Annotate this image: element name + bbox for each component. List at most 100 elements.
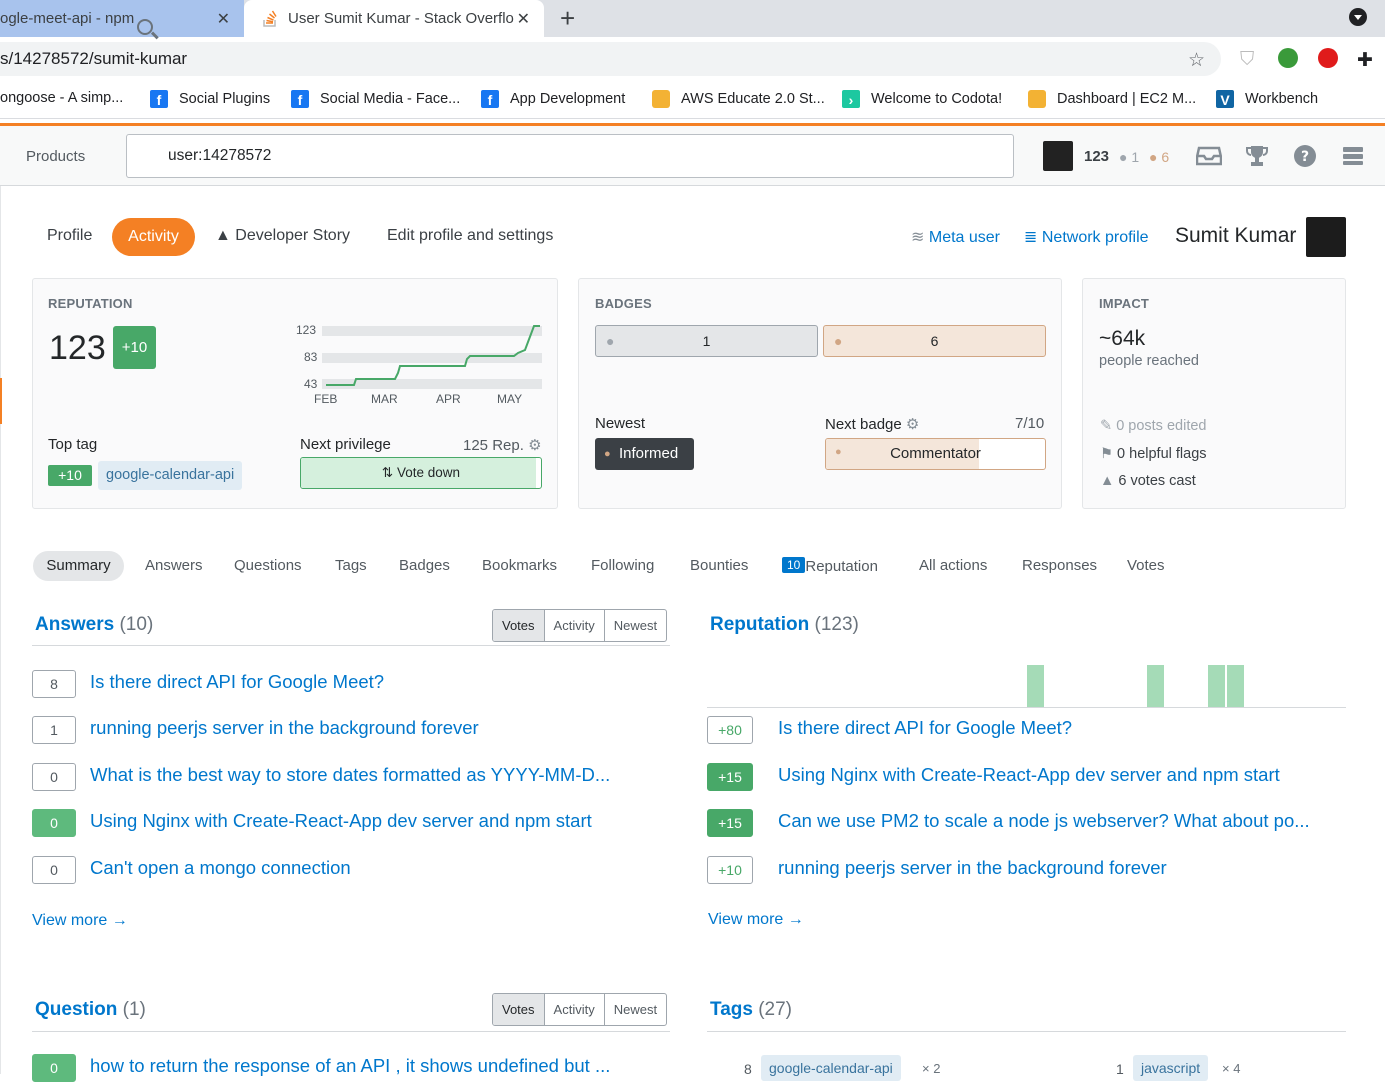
answer-link[interactable]: Is there direct API for Google Meet? xyxy=(90,671,384,693)
achievements-trophy-icon[interactable] xyxy=(1244,144,1270,168)
top-tag-chip[interactable]: google-calendar-api xyxy=(98,461,243,490)
subtab-questions[interactable]: Questions xyxy=(234,557,302,574)
header-reputation: 123 xyxy=(1084,148,1110,165)
shield-extension-icon[interactable]: ⛉ xyxy=(1240,49,1254,71)
sort-votes[interactable]: Votes xyxy=(493,994,544,1025)
posts-edited: ✎ 0 posts edited xyxy=(1100,418,1206,434)
graph-x-label: MAY xyxy=(497,392,522,406)
subtab-reputation[interactable]: 10 Reputation xyxy=(782,557,878,575)
section-divider xyxy=(707,1031,1346,1032)
bookmark-ec2-dashboard[interactable]: Dashboard | EC2 M... xyxy=(1028,90,1196,108)
bookmark-social-media[interactable]: f Social Media - Face... xyxy=(291,90,460,108)
graph-x-label: FEB xyxy=(314,392,337,406)
site-switcher-icon[interactable] xyxy=(1340,144,1366,168)
answer-link[interactable]: Can't open a mongo connection xyxy=(90,857,351,879)
answers-view-more[interactable]: View more → xyxy=(32,912,128,930)
help-icon[interactable]: ? xyxy=(1292,144,1318,168)
silver-badge-count: 1 xyxy=(702,333,711,349)
subtab-votes[interactable]: Votes xyxy=(1127,557,1165,574)
graph-x-label: APR xyxy=(436,392,461,406)
site-header: Products user:14278572 xyxy=(0,126,1385,186)
facebook-icon: f xyxy=(150,90,168,108)
bookmark-social-plugins[interactable]: f Social Plugins xyxy=(150,90,270,108)
avatar[interactable] xyxy=(1043,141,1073,171)
sort-newest[interactable]: Newest xyxy=(603,610,666,641)
people-reached-value: ~64k xyxy=(1099,327,1146,350)
tab-activity[interactable]: Activity xyxy=(112,218,195,256)
tab-developer-story[interactable]: ▲ Developer Story xyxy=(215,227,350,245)
star-icon[interactable]: ☆ xyxy=(1188,49,1205,72)
accepted-answer-score: 0 xyxy=(32,809,76,837)
section-title-text[interactable]: Answers xyxy=(35,614,114,635)
tab-label: Developer Story xyxy=(235,227,351,244)
close-tab-icon[interactable]: ✕ xyxy=(217,9,230,29)
section-title-text[interactable]: Reputation xyxy=(710,614,809,635)
url-field[interactable]: s/14278572/sumit-kumar xyxy=(0,42,1221,76)
subtab-responses[interactable]: Responses xyxy=(1022,557,1097,574)
rep-post-link[interactable]: Can we use PM2 to scale a node js webser… xyxy=(778,810,1310,832)
browser-tab-stackoverflow[interactable]: User Sumit Kumar - Stack Overflo ✕ xyxy=(244,0,544,37)
subtab-all-actions[interactable]: All actions xyxy=(919,557,987,574)
tag-chip[interactable]: google-calendar-api xyxy=(761,1055,901,1081)
reputation-view-more[interactable]: View more → xyxy=(708,911,804,929)
bronze-badges-box[interactable]: ● 6 xyxy=(823,325,1046,357)
sort-activity[interactable]: Activity xyxy=(543,994,604,1025)
answer-score: 8 xyxy=(32,670,76,698)
rep-post-link[interactable]: Using Nginx with Create-React-App dev se… xyxy=(778,764,1280,786)
rep-post-link[interactable]: running peerjs server in the background … xyxy=(778,857,1167,879)
bookmark-mongoose[interactable]: ongoose - A simp... xyxy=(0,90,123,106)
network-profile-link[interactable]: ≣ Network profile xyxy=(1024,227,1149,247)
stack-exchange-icon: ≣ xyxy=(1024,229,1038,246)
subtab-following[interactable]: Following xyxy=(591,557,654,574)
user-avatar[interactable] xyxy=(1306,217,1346,257)
subtab-badges[interactable]: Badges xyxy=(399,557,450,574)
sort-newest[interactable]: Newest xyxy=(603,994,666,1025)
silver-badges-box[interactable]: ● 1 xyxy=(595,325,818,357)
top-tag-label: Top tag xyxy=(48,436,98,453)
puzzle-extension-icon[interactable]: ✚ xyxy=(1357,49,1373,72)
subtab-summary[interactable]: Summary xyxy=(33,551,124,581)
globe-extension-icon[interactable] xyxy=(1278,48,1298,68)
privilege-rep-value: 125 Rep. xyxy=(463,437,524,454)
bookmark-codota[interactable]: › Welcome to Codota! xyxy=(842,90,1002,108)
rep-post-link[interactable]: Is there direct API for Google Meet? xyxy=(778,717,1072,739)
newest-badge[interactable]: ● Informed xyxy=(595,438,694,470)
subtab-bookmarks[interactable]: Bookmarks xyxy=(482,557,557,574)
sort-votes[interactable]: Votes xyxy=(493,610,544,641)
section-title-text[interactable]: Tags xyxy=(710,999,753,1020)
new-tab-icon[interactable]: + xyxy=(560,3,575,34)
browser-tab-npm[interactable]: ogle-meet-api - npm ✕ xyxy=(0,0,244,37)
address-bar: s/14278572/sumit-kumar xyxy=(0,37,1385,81)
sort-activity[interactable]: Activity xyxy=(543,610,604,641)
answer-link[interactable]: Using Nginx with Create-React-App dev se… xyxy=(90,810,592,832)
reputation-graph: 123 83 43 FEB MAR APR MAY xyxy=(296,323,542,406)
answer-link[interactable]: What is the best way to store dates form… xyxy=(90,764,610,786)
tab-profile[interactable]: Profile xyxy=(47,227,92,245)
tab-search-icon[interactable] xyxy=(1349,8,1367,26)
rep-spark-bar xyxy=(1147,665,1164,707)
top-tag-score: +10 xyxy=(48,465,92,486)
products-menu[interactable]: Products xyxy=(26,148,85,165)
answers-sort-tabs: Votes Activity Newest xyxy=(492,609,668,642)
close-tab-icon[interactable]: ✕ xyxy=(517,9,530,29)
subtab-tags[interactable]: Tags xyxy=(335,557,367,574)
tab-edit-profile[interactable]: Edit profile and settings xyxy=(387,227,553,245)
section-title-text[interactable]: Question xyxy=(35,999,117,1020)
search-input[interactable]: user:14278572 xyxy=(126,134,1014,178)
tag-score: 8 xyxy=(744,1061,752,1077)
meta-stack-icon: ≋ xyxy=(911,229,925,246)
tag-chip[interactable]: javascript xyxy=(1133,1055,1209,1081)
next-privilege-bar[interactable]: ⇅ Vote down xyxy=(300,457,542,489)
inbox-icon[interactable] xyxy=(1195,144,1223,168)
next-badge-bar[interactable]: ● Commentator xyxy=(825,438,1046,470)
adblock-extension-icon[interactable] xyxy=(1318,48,1338,68)
subtab-answers[interactable]: Answers xyxy=(145,557,203,574)
answer-link[interactable]: running peerjs server in the background … xyxy=(90,717,479,739)
bookmark-aws-educate[interactable]: AWS Educate 2.0 St... xyxy=(652,90,825,108)
subtab-bounties[interactable]: Bounties xyxy=(690,557,748,574)
gear-icon[interactable]: ⚙ xyxy=(528,437,541,454)
bookmark-app-development[interactable]: f App Development xyxy=(481,90,625,108)
gear-icon[interactable]: ⚙ xyxy=(906,416,919,433)
bookmark-workbench[interactable]: V Workbench xyxy=(1216,90,1318,108)
meta-user-link[interactable]: ≋ Meta user xyxy=(911,227,1000,247)
